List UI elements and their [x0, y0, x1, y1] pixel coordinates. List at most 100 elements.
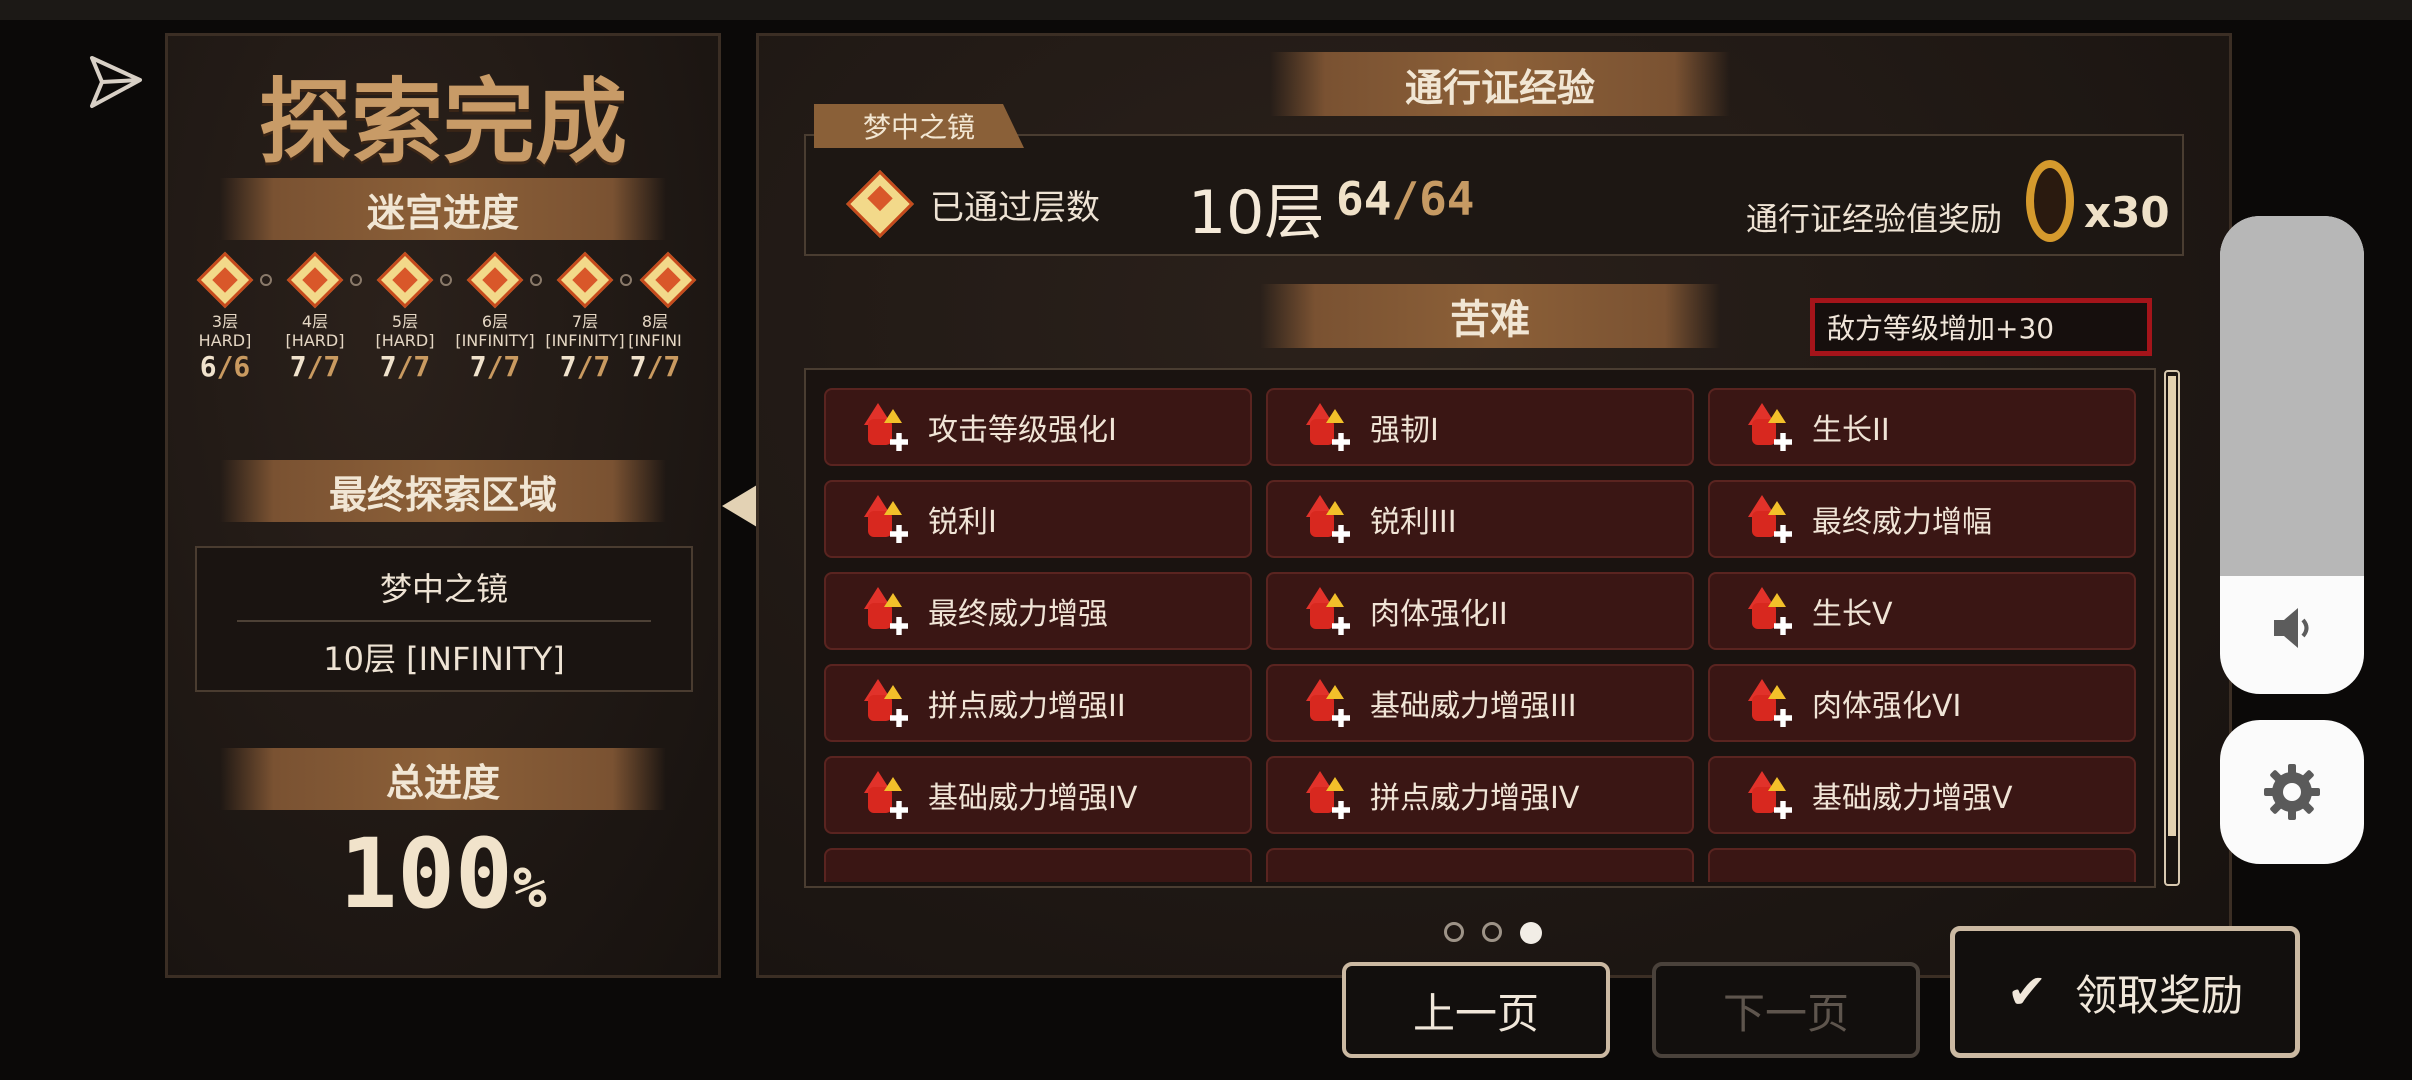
final-area-floor: 10层 [INFINITY] [323, 640, 565, 678]
maze-floor-track: 3层 HARD] 4层 [HARD] 5层 [HARD] 6层 [INFINITY] 7… [196, 250, 697, 390]
hardship-buff-icon [856, 397, 916, 457]
hardship-scrollbar[interactable] [2164, 370, 2180, 886]
pass-exp-reward-multiplier: x30 [2084, 188, 2170, 237]
pass-exp-header: 通行证经验 [1270, 52, 1730, 116]
hardship-tile[interactable]: 基础威力增强III [1266, 664, 1694, 742]
share-icon[interactable] [86, 52, 146, 112]
hardship-label: 肉体强化VI [1812, 689, 1962, 724]
hardship-buff-icon [856, 673, 916, 733]
floor-label: 7层 [INFINITY] [545, 312, 625, 350]
floor-count: 7/7 [469, 350, 521, 383]
hardship-label: 生长II [1812, 413, 1890, 448]
total-progress-value: 100% [339, 818, 547, 930]
hardship-label: 强韧I [1370, 413, 1439, 448]
mirror-tab: 梦中之镜 [814, 104, 1024, 148]
page-dot[interactable] [1444, 922, 1464, 942]
hardship-buff-icon [1298, 397, 1358, 457]
pass-exp-token-icon [2026, 160, 2074, 242]
hardship-label: 肉体强化II [1370, 597, 1508, 632]
hardship-buff-icon [1740, 397, 1800, 457]
settings-button[interactable] [2220, 720, 2364, 864]
floor-count: 7/7 [379, 350, 431, 383]
maze-progress-header: 迷宫进度 [220, 178, 666, 240]
floor-connector [440, 274, 452, 286]
hardship-buff-icon [1740, 765, 1800, 825]
pass-exp-reward-label: 通行证经验值奖励 [1746, 200, 2003, 238]
enemy-level-note: 敌方等级增加+30 [1810, 298, 2152, 356]
hardship-tile-partial[interactable] [824, 848, 1252, 882]
hardship-buff-icon [1298, 581, 1358, 641]
floor-count: 7/7 [289, 350, 341, 383]
hardship-label: 最终威力增强 [928, 597, 1108, 632]
floor-count: 6/6 [199, 350, 251, 383]
claim-reward-label: 领取奖励 [2075, 970, 2244, 1020]
volume-track-empty [2220, 216, 2364, 576]
scrollbar-thumb[interactable] [2168, 376, 2176, 836]
hardship-tile[interactable]: 生长V [1708, 572, 2136, 650]
floor-label: 3层 HARD] [198, 312, 252, 350]
hardship-tile[interactable]: 拼点威力增强IV [1266, 756, 1694, 834]
hardship-buff-icon [1298, 489, 1358, 549]
hardship-tile-partial[interactable] [1708, 848, 2136, 882]
page-dot-active[interactable] [1520, 922, 1542, 944]
hardship-tile[interactable]: 强韧I [1266, 388, 1694, 466]
floor-diamond-icon [376, 251, 434, 309]
checkmark-icon: ✔ [2006, 964, 2048, 1020]
hardship-header: 苦难 [1260, 284, 1720, 348]
total-progress-header: 总进度 [220, 748, 666, 810]
floor-diamond-icon [556, 251, 614, 309]
hardship-label: 锐利I [928, 505, 997, 540]
hardship-label: 基础威力增强III [1370, 689, 1577, 724]
hardship-tile[interactable]: 基础威力增强V [1708, 756, 2136, 834]
floor-label: 8层 [INFINI [628, 312, 682, 350]
floor-connector [620, 274, 632, 286]
floor-connector [350, 274, 362, 286]
hardship-buff-icon [856, 581, 916, 641]
hardship-label: 攻击等级强化I [928, 413, 1117, 448]
hardship-tile[interactable]: 攻击等级强化I [824, 388, 1252, 466]
claim-reward-button[interactable]: ✔ 领取奖励 [1950, 926, 2300, 1058]
hardship-buff-icon [856, 765, 916, 825]
hardship-label: 基础威力增强V [1812, 781, 2013, 816]
hardship-label: 锐利III [1370, 505, 1457, 540]
floor-diamond-icon [196, 251, 254, 309]
final-area-box: 梦中之镜 10层 [INFINITY] [195, 546, 693, 692]
page-indicator [1444, 920, 1544, 946]
hardship-tile[interactable]: 拼点威力增强II [824, 664, 1252, 742]
hardship-buff-icon [1298, 765, 1358, 825]
floor-diamond-icon [466, 251, 524, 309]
prev-page-button[interactable]: 上一页 [1342, 962, 1610, 1058]
hardship-tile[interactable]: 最终威力增幅 [1708, 480, 2136, 558]
volume-icon [2270, 600, 2314, 656]
floor-label: 6层 [INFINITY] [455, 312, 535, 350]
hardship-label: 最终威力增幅 [1812, 505, 1992, 540]
hardship-tile[interactable]: 肉体强化VI [1708, 664, 2136, 742]
hardship-tile-partial[interactable] [1266, 848, 1694, 882]
hardship-label: 拼点威力增强II [928, 689, 1126, 724]
page-dot[interactable] [1482, 922, 1502, 942]
floor-connector [530, 274, 542, 286]
hardship-tile[interactable]: 基础威力增强IV [824, 756, 1252, 834]
hardship-buff-icon [1740, 489, 1800, 549]
floors-passed-value: 10层 [1188, 178, 1325, 248]
exploration-complete-title: 探索完成 [258, 68, 627, 176]
floor-count: 7/7 [629, 350, 681, 383]
screen-frame-top [0, 0, 2412, 20]
hardship-tile[interactable]: 锐利III [1266, 480, 1694, 558]
hardship-tile[interactable]: 最终威力增强 [824, 572, 1252, 650]
gear-icon [2264, 764, 2320, 820]
hardship-buff-icon [856, 489, 916, 549]
hardship-tile[interactable]: 肉体强化II [1266, 572, 1694, 650]
floors-passed-label: 已通过层数 [930, 188, 1100, 228]
final-area-name: 梦中之镜 [379, 570, 508, 608]
floor-connector [260, 274, 272, 286]
hardship-tile[interactable]: 锐利I [824, 480, 1252, 558]
hardship-buff-icon [1740, 581, 1800, 641]
floor-label: 5层 [HARD] [375, 312, 435, 350]
hardship-tile[interactable]: 生长II [1708, 388, 2136, 466]
volume-slider[interactable] [2220, 216, 2364, 694]
hardship-buff-icon [1740, 673, 1800, 733]
final-area-divider [237, 620, 651, 622]
next-page-button[interactable]: 下一页 [1652, 962, 1920, 1058]
floor-count: 7/7 [559, 350, 611, 383]
